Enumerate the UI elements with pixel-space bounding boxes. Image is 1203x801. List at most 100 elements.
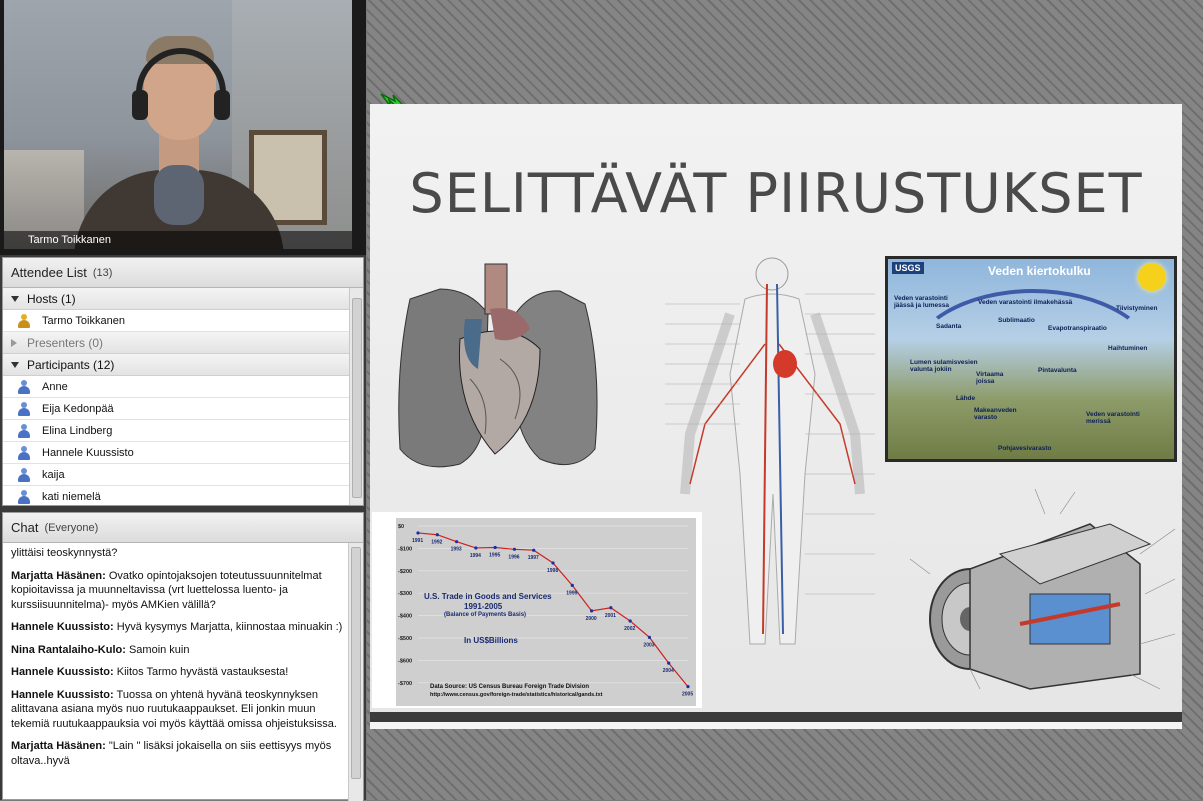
attendee-list-title: Attendee List (11, 265, 87, 280)
data-point (435, 533, 439, 537)
webcam-pod: Tarmo Toikkanen (0, 0, 366, 255)
trade-chart-area: $0 -$100 -$200 -$300 -$400 -$500 -$600 -$700 199… (396, 518, 696, 706)
data-point (493, 545, 497, 550)
left-panel: Tarmo Toikkanen Attendee List (13) Hosts… (0, 0, 366, 801)
data-point (551, 561, 555, 565)
y-tick-label: -$300 (398, 591, 412, 597)
y-tick-label: -$200 (398, 569, 412, 575)
x-tick-label: 1996 (508, 554, 519, 560)
group-presenters[interactable]: Presenters (0) (3, 332, 350, 354)
attendee-name: kati niemelä (42, 490, 101, 503)
attendee-name: Eija Kedonpää (42, 402, 114, 415)
y-tick-label: -$600 (398, 658, 412, 664)
list-item[interactable]: kati niemelä (3, 486, 350, 505)
x-tick-label: 2002 (624, 626, 635, 632)
chevron-down-icon (11, 295, 19, 302)
chat-header[interactable]: Chat (Everyone) (3, 513, 363, 543)
x-tick-label: 2000 (586, 616, 597, 622)
chart-unit: In US$Billions (464, 636, 518, 645)
group-label: Presenters (0) (27, 335, 104, 350)
attendee-list-pod: Attendee List (13) Hosts (1) Tarmo Toikk… (2, 257, 364, 506)
y-tick-label: $0 (398, 524, 404, 530)
chevron-down-icon (11, 361, 19, 368)
trade-line-chart: $0 -$100 -$200 -$300 -$400 -$500 -$600 -$700 199… (398, 524, 693, 698)
data-point (532, 548, 536, 552)
attendee-name: Anne (42, 380, 68, 393)
webcam-presenter-name: Tarmo Toikkanen (4, 231, 352, 249)
slide-title: SELITTÄVÄT PIIRUSTUKSET (409, 162, 1143, 225)
x-tick-label: 2001 (605, 613, 616, 619)
heart-lungs-illustration (398, 263, 598, 468)
usgs-logo: USGS (892, 262, 924, 274)
chat-message: Hannele Kuussisto: Tuossa on yhtenä hyvä… (11, 688, 337, 730)
list-item[interactable]: Anne (3, 376, 350, 398)
user-icon (17, 379, 31, 394)
list-item[interactable]: Elina Lindberg (3, 420, 350, 442)
chart-subtitle: 1991-2005 (464, 602, 503, 611)
water-cycle-illustration: USGS Veden kiertokulku Veden varastointi… (885, 256, 1177, 462)
list-item[interactable]: Tarmo Toikkanen (3, 310, 350, 332)
x-tick-label: 1991 (412, 538, 423, 544)
x-tick-label: 2005 (682, 692, 693, 698)
chart-note: (Balance of Payments Basis) (444, 612, 527, 618)
slide-footer-strip (370, 722, 1182, 729)
chat-pod: Chat (Everyone) ylittäisi teoskynnystä? … (2, 512, 364, 801)
x-tick-label: 1999 (566, 590, 577, 596)
user-icon (17, 423, 31, 438)
sun-icon (1138, 263, 1166, 291)
chat-message: Marjatta Häsänen: "Lain " lisäksi jokais… (11, 740, 332, 767)
chat-message: Nina Rantalaiho-Kulo: Samoin kuin (11, 643, 190, 656)
data-point (609, 606, 613, 610)
x-tick-label: 1993 (451, 547, 462, 553)
series-line (417, 532, 689, 687)
y-tick-label: -$500 (398, 636, 412, 642)
list-item[interactable]: Eija Kedonpää (3, 398, 350, 420)
x-tick-label: 1994 (470, 553, 481, 559)
chat-message: Hannele Kuussisto: Hyvä kysymys Marjatta… (11, 621, 343, 633)
attendee-list: Hosts (1) Tarmo Toikkanen Presenters (0)… (3, 288, 350, 505)
trade-chart-image: $0 -$100 -$200 -$300 -$400 -$500 -$600 -$700 199… (372, 512, 702, 708)
chat-scrollbar[interactable] (348, 543, 363, 801)
chevron-right-icon (11, 338, 17, 347)
x-tick-label: 1992 (431, 540, 442, 546)
x-tick-label: 1997 (528, 555, 539, 561)
chart-title: U.S. Trade in Goods and Services (424, 592, 552, 601)
attendee-list-header[interactable]: Attendee List (13) (3, 258, 363, 288)
x-tick-label: 1998 (547, 568, 558, 574)
host-user-icon (17, 313, 31, 328)
y-tick-label: -$100 (398, 546, 412, 552)
attendee-name: kaija (42, 468, 65, 481)
data-point (589, 609, 594, 613)
list-item[interactable]: kaija (3, 464, 350, 486)
attendee-name: Hannele Kuussisto (42, 446, 134, 459)
user-icon (17, 445, 31, 460)
chat-title: Chat (11, 520, 39, 535)
chat-scope: (Everyone) (44, 521, 99, 534)
chat-message: Marjatta Häsänen: Ovatko opintojaksojen … (11, 569, 322, 611)
scrollbar-thumb[interactable] (352, 298, 362, 498)
user-icon (17, 489, 31, 504)
webcam-video (4, 0, 352, 249)
group-label: Hosts (1) (27, 291, 76, 306)
attendee-scrollbar[interactable] (349, 288, 363, 505)
share-pod: SELITTÄVÄT PIIRUSTUKSET USGS Veden kiert… (367, 0, 1203, 800)
group-participants[interactable]: Participants (12) (3, 354, 350, 376)
group-hosts[interactable]: Hosts (1) (3, 288, 350, 310)
list-item[interactable]: Hannele Kuussisto (3, 442, 350, 464)
chat-messages: ylittäisi teoskynnystä? Marjatta Häsänen… (3, 543, 349, 801)
chat-message: Hannele Kuussisto: Kiitos Tarmo hyvästä … (11, 666, 289, 678)
data-point (570, 583, 574, 587)
group-label: Participants (12) (27, 357, 115, 372)
scrollbar-thumb[interactable] (351, 547, 361, 779)
x-tick-label: 1995 (489, 553, 500, 559)
data-point (647, 635, 652, 639)
data-point (628, 619, 632, 623)
user-icon (17, 401, 31, 416)
attendee-name: Tarmo Toikkanen (42, 314, 125, 327)
presentation-slide: SELITTÄVÄT PIIRUSTUKSET USGS Veden kiert… (370, 104, 1182, 712)
data-point (454, 540, 459, 544)
x-tick-label: 2003 (643, 642, 654, 648)
data-point (512, 547, 517, 551)
user-icon (17, 467, 31, 482)
data-point (474, 546, 478, 550)
